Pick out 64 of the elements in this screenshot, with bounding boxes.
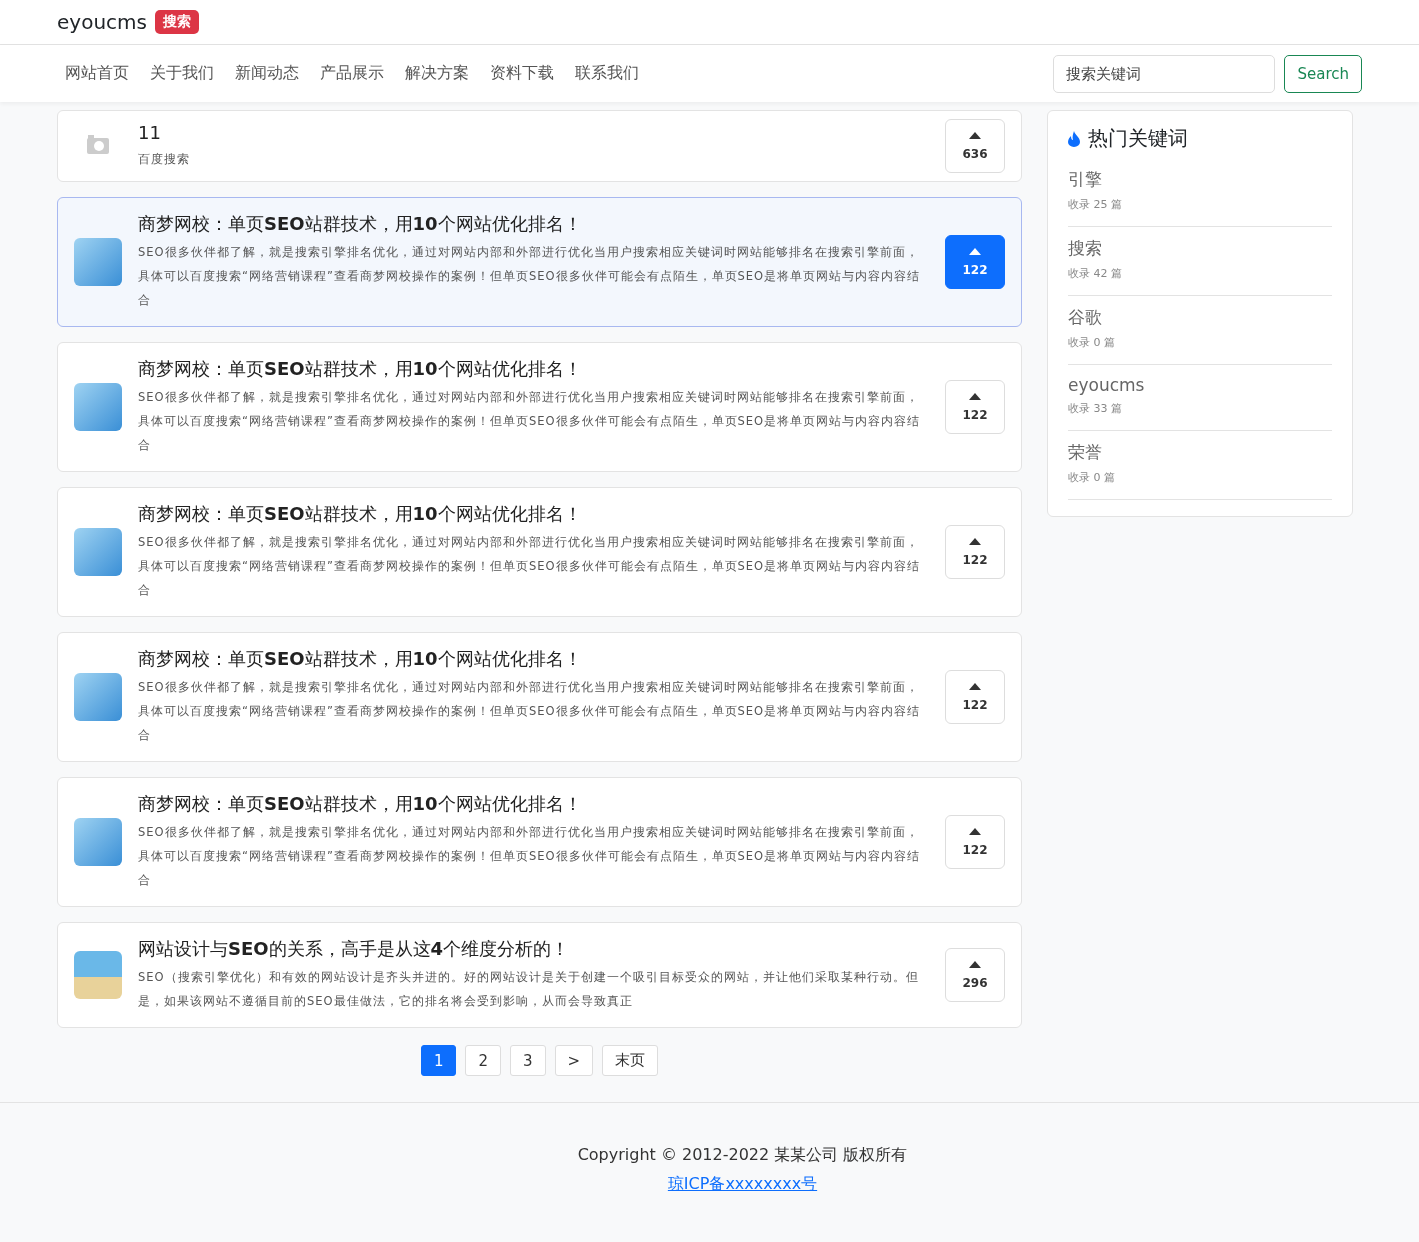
article-title[interactable]: 商梦网校：单页SEO站群技术，用10个网站优化排名！ bbox=[138, 792, 929, 816]
caret-up-icon bbox=[969, 682, 981, 690]
nav-link[interactable]: 联系我们 bbox=[567, 63, 652, 84]
article-title[interactable]: 商梦网校：单页SEO站群技术，用10个网站优化排名！ bbox=[138, 502, 929, 526]
article-title[interactable]: 商梦网校：单页SEO站群技术，用10个网站优化排名！ bbox=[138, 357, 929, 381]
nav-link[interactable]: 网站首页 bbox=[57, 63, 142, 84]
nav-link[interactable]: 产品展示 bbox=[312, 63, 397, 84]
vote-button[interactable]: 122 bbox=[945, 235, 1005, 289]
nav-link[interactable]: 资料下载 bbox=[482, 63, 567, 84]
nav-link[interactable]: 新闻动态 bbox=[227, 63, 312, 84]
panel-title: 热门关键词 bbox=[1088, 125, 1188, 152]
copyright-text: Copyright © 2012-2022 某某公司 版权所有 bbox=[577, 1145, 908, 1166]
keyword-link[interactable]: eyoucms bbox=[1068, 375, 1332, 395]
photo-placeholder bbox=[74, 673, 122, 721]
keyword-count: 收录 25 篇 bbox=[1068, 197, 1123, 212]
vote-button[interactable]: 636 bbox=[945, 119, 1005, 173]
keyword-link[interactable]: 搜索 bbox=[1068, 237, 1332, 260]
page-button[interactable]: 2 bbox=[465, 1045, 501, 1076]
search-badge: 搜索 bbox=[154, 10, 199, 34]
caret-up-icon bbox=[969, 247, 981, 255]
vote-button[interactable]: 122 bbox=[945, 815, 1005, 869]
article-title[interactable]: 11 bbox=[138, 121, 929, 143]
article-title[interactable]: 商梦网校：单页SEO站群技术，用10个网站优化排名！ bbox=[138, 212, 929, 236]
keyword-count: 收录 0 篇 bbox=[1068, 470, 1116, 485]
article-summary: SEO很多伙伴都了解，就是搜索引擎排名优化，通过对网站内部和外部进行优化当用户搜索相应关键词时网站能够排名在搜索引擎前面，具体可以百度搜索“网络营销课程”查看商梦网校操作的案例！但单页SEO很多伙伴可能会有点陌生，单页SEO是将单页网站与内容内容结合 bbox=[138, 824, 922, 889]
page-button[interactable]: 1 bbox=[420, 1045, 457, 1076]
article-summary: SEO很多伙伴都了解，就是搜索引擎排名优化，通过对网站内部和外部进行优化当用户搜索相应关键词时网站能够排名在搜索引擎前面，具体可以百度搜索“网络营销课程”查看商梦网校操作的案例！但单页SEO很多伙伴可能会有点陌生，单页SEO是将单页网站与内容内容结合 bbox=[138, 244, 922, 309]
page-button[interactable]: 末页 bbox=[602, 1045, 659, 1076]
nav-link[interactable]: 关于我们 bbox=[142, 63, 227, 84]
article-summary: SEO很多伙伴都了解，就是搜索引擎排名优化，通过对网站内部和外部进行优化当用户搜索相应关键词时网站能够排名在搜索引擎前面，具体可以百度搜索“网络营销课程”查看商梦网校操作的案例！但单页SEO很多伙伴可能会有点陌生，单页SEO是将单页网站与内容内容结合 bbox=[138, 679, 922, 744]
caret-up-icon bbox=[969, 960, 981, 968]
article-summary: SEO（搜索引擎优化）和有效的网站设计是齐头并进的。好的网站设计是关于创建一个吸引目标受众的网站，并让他们采取某种行动。但是，如果该网站不遵循目前的SEO最佳做法，它的排名将会受到影响，从而会导致真正 bbox=[138, 969, 920, 1010]
keyword-link[interactable]: 引擎 bbox=[1068, 168, 1332, 191]
photo-placeholder bbox=[74, 818, 122, 866]
caret-up-icon bbox=[969, 537, 981, 545]
article-title[interactable]: 网站设计与SEO的关系，高手是从这4个维度分析的！ bbox=[138, 937, 929, 961]
article-title[interactable]: 商梦网校：单页SEO站群技术，用10个网站优化排名！ bbox=[138, 647, 929, 671]
photo-placeholder bbox=[74, 528, 122, 576]
keyword-link[interactable]: 谷歌 bbox=[1068, 306, 1332, 329]
caret-up-icon bbox=[969, 827, 981, 835]
caret-up-icon bbox=[969, 392, 981, 400]
vote-button[interactable]: 296 bbox=[945, 948, 1005, 1002]
icp-link[interactable]: 琼ICP备xxxxxxxx号 bbox=[667, 1174, 818, 1195]
photo-placeholder bbox=[74, 383, 122, 431]
keyword-link[interactable]: 荣誉 bbox=[1068, 441, 1332, 464]
flame-icon bbox=[1068, 130, 1080, 147]
search-button[interactable]: Search bbox=[1284, 54, 1362, 93]
article-summary: 百度搜索 bbox=[138, 150, 191, 168]
search-field[interactable]: 搜索关键词 bbox=[1053, 54, 1276, 93]
vote-button[interactable]: 122 bbox=[945, 380, 1005, 434]
nav-link[interactable]: 解决方案 bbox=[397, 63, 482, 84]
caret-up-icon bbox=[969, 131, 981, 139]
article-summary: SEO很多伙伴都了解，就是搜索引擎排名优化，通过对网站内部和外部进行优化当用户搜索相应关键词时网站能够排名在搜索引擎前面，具体可以百度搜索“网络营销课程”查看商梦网校操作的案例！但单页SEO很多伙伴可能会有点陌生，单页SEO是将单页网站与内容内容结合 bbox=[138, 534, 922, 599]
keyword-count: 收录 42 篇 bbox=[1068, 266, 1123, 281]
keyword-count: 收录 0 篇 bbox=[1068, 335, 1116, 350]
photo-placeholder bbox=[74, 951, 122, 999]
keyword-count: 收录 33 篇 bbox=[1068, 401, 1123, 416]
page-button[interactable]: > bbox=[554, 1045, 594, 1076]
page-button[interactable]: 3 bbox=[510, 1045, 546, 1076]
article-summary: SEO很多伙伴都了解，就是搜索引擎排名优化，通过对网站内部和外部进行优化当用户搜索相应关键词时网站能够排名在搜索引擎前面，具体可以百度搜索“网络营销课程”查看商梦网校操作的案例！但单页SEO很多伙伴可能会有点陌生，单页SEO是将单页网站与内容内容结合 bbox=[138, 389, 922, 454]
vote-button[interactable]: 122 bbox=[945, 525, 1005, 579]
photo-placeholder bbox=[74, 238, 122, 286]
brand-logo[interactable]: eyoucms bbox=[57, 10, 147, 34]
vote-button[interactable]: 122 bbox=[945, 670, 1005, 724]
